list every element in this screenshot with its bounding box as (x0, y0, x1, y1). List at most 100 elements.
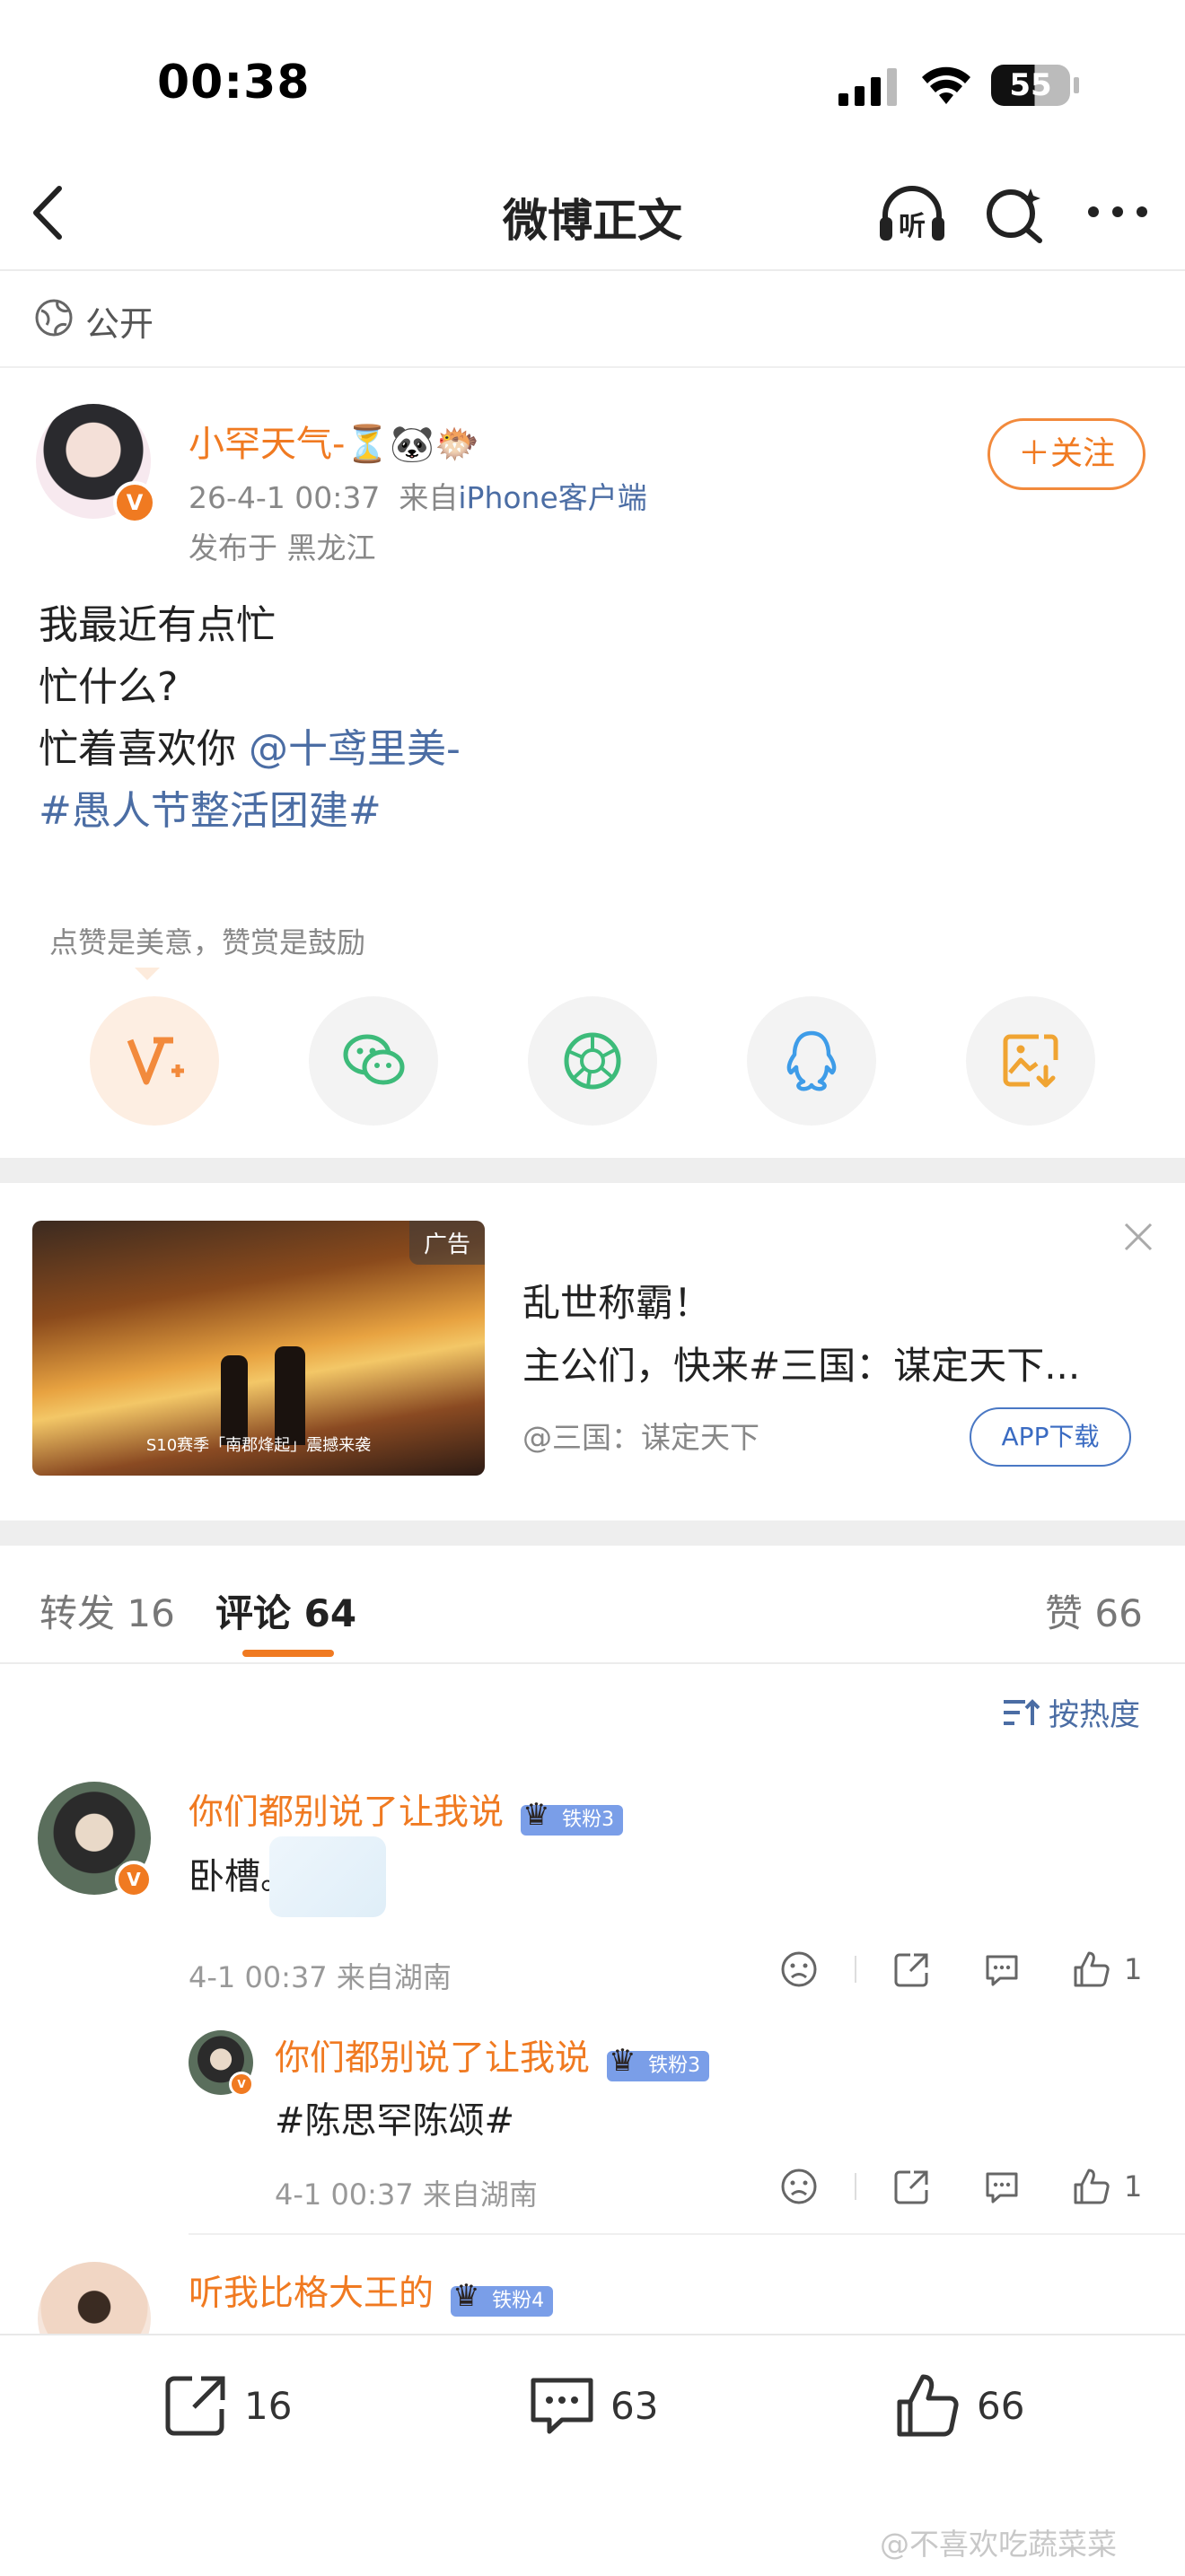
fan-badge: ♛ 铁粉4 (451, 2281, 554, 2317)
post-location: 发布于 黑龙江 (189, 530, 376, 565)
reply-icon[interactable] (982, 2167, 1022, 2206)
comment-sticker-image[interactable] (269, 1836, 386, 1917)
globe-icon (35, 299, 73, 337)
fan-badge-label: 铁粉3 (648, 2054, 701, 2077)
ad-figure (221, 1355, 248, 1445)
visibility-label: 公开 (85, 304, 154, 344)
post-body: 我最近有点忙 忙什么? 忙着喜欢你 @十鸢里美- #愚人节整活团建# (39, 594, 461, 842)
search-icon[interactable] (984, 183, 1047, 246)
battery-icon: 55 (991, 65, 1070, 106)
fan-badge: ♛ 铁粉3 (521, 1800, 624, 1836)
ad-tag: 广告 (408, 1221, 485, 1265)
tip-arrow (135, 968, 160, 980)
post-source[interactable]: iPhone客户端 (458, 480, 646, 515)
section-divider (0, 1158, 1185, 1183)
ad-figure (275, 1346, 305, 1445)
dislike-icon[interactable] (779, 1950, 819, 1989)
like-icon (897, 2374, 959, 2437)
sort-icon (1004, 1698, 1040, 1725)
post-line: 忙什么? (39, 664, 179, 710)
like-icon[interactable] (1072, 1950, 1111, 1989)
post-source-prefix: 来自 (399, 480, 459, 515)
comment-divider (189, 2233, 1185, 2235)
cellular-signal-icon (838, 68, 897, 106)
action-divider (855, 1956, 856, 1983)
comment-author[interactable]: 听我比格大王的 (189, 2274, 434, 2314)
tab-like[interactable]: 赞 66 (1045, 1583, 1143, 1638)
ad-caption: S10赛季「南郡烽起」震撼来袭 (145, 1436, 372, 1455)
follow-button[interactable]: ＋关注 (988, 418, 1146, 490)
post-line-text: 忙着喜欢你 (39, 726, 249, 772)
topic-link[interactable]: #愚人节整活团建# (39, 780, 461, 842)
crown-icon: ♛ (609, 2042, 636, 2079)
comment-icon (531, 2378, 593, 2434)
comment-actions: 1 (779, 1950, 1142, 1989)
comment-meta: 4-1 00:37 来自湖南 (189, 1960, 452, 1994)
battery-cap (1074, 77, 1079, 93)
reply-topic-link[interactable]: #陈思罕陈颂# (275, 2091, 514, 2143)
share-wechat-button[interactable] (309, 996, 438, 1126)
sort-button[interactable]: 按热度 (1002, 1690, 1140, 1734)
more-icon[interactable] (1086, 201, 1149, 223)
bottom-like-count: 66 (977, 2383, 1025, 2428)
reward-v-icon (127, 1037, 184, 1085)
listen-icon[interactable]: 听 (876, 181, 948, 248)
interaction-tabs: 转发 16 评论 64 赞 66 (0, 1546, 1185, 1664)
mention-link[interactable]: @十鸢里美- (249, 726, 461, 772)
ad-text[interactable]: 主公们，快来#三国：谋定天下... (522, 1336, 1080, 1390)
reward-button[interactable] (90, 996, 219, 1126)
svg-text:听: 听 (899, 211, 926, 242)
status-time: 00:38 (157, 56, 311, 110)
post-meta: 26-4-1 00:37 来自iPhone客户端 (189, 474, 647, 517)
ad-title[interactable]: 乱世称霸！ (522, 1273, 711, 1327)
visibility-row: 公开 (0, 269, 1185, 368)
wifi-icon (922, 66, 970, 104)
reply-header: 你们都别说了让我说 ♛ 铁粉3 (275, 2030, 710, 2081)
save-image-icon (1003, 1034, 1058, 1088)
post-line: 忙着喜欢你 @十鸢里美- (39, 718, 461, 780)
reply-actions: 1 (779, 2167, 1142, 2206)
reward-tip: 点赞是美意，赞赏是鼓励 (49, 925, 366, 959)
bottom-comment-button[interactable]: 63 (528, 2371, 658, 2440)
author-name[interactable]: 小罕天气-⏳🐼🐡 (189, 415, 479, 467)
active-tab-indicator (242, 1650, 334, 1657)
reply-icon[interactable] (982, 1950, 1022, 1989)
repost-icon (165, 2376, 225, 2436)
repost-icon[interactable] (892, 1950, 932, 1989)
verified-badge-icon: V (113, 481, 156, 524)
like-icon[interactable] (1072, 2167, 1111, 2206)
moments-icon (564, 1032, 621, 1090)
comment-header: 你们都别说了让我说 ♛ 铁粉3 (189, 1784, 624, 1836)
like-count: 1 (1124, 2169, 1143, 2204)
bottom-comment-count: 63 (610, 2383, 659, 2428)
bottom-repost-count: 16 (244, 2383, 293, 2428)
verified-badge-icon: V (229, 2072, 254, 2097)
comment-author[interactable]: 你们都别说了让我说 (189, 1792, 504, 1833)
section-divider (0, 1520, 1185, 1546)
reply-meta: 4-1 00:37 来自湖南 (275, 2177, 538, 2212)
watermark: @不喜欢吃蔬菜菜 (880, 2527, 1117, 2562)
crown-icon: ♛ (522, 1796, 550, 1833)
dislike-icon[interactable] (779, 2167, 819, 2206)
post-line: 我最近有点忙 (39, 602, 276, 648)
share-qq-button[interactable] (747, 996, 876, 1126)
tab-repost[interactable]: 转发 16 (40, 1583, 175, 1638)
status-bar: 00:38 55 (0, 0, 1185, 162)
crown-icon: ♛ (452, 2277, 480, 2314)
ad-download-button[interactable]: APP下载 (970, 1407, 1131, 1467)
bottom-repost-button[interactable]: 16 (162, 2371, 292, 2440)
wechat-icon (343, 1034, 405, 1085)
bottom-like-button[interactable]: 66 (894, 2371, 1024, 2440)
post-time: 26-4-1 00:37 (189, 480, 381, 515)
reply-author[interactable]: 你们都别说了让我说 (275, 2038, 590, 2079)
tab-comment[interactable]: 评论 64 (215, 1583, 356, 1638)
save-image-button[interactable] (966, 996, 1095, 1126)
ad-close-icon[interactable] (1120, 1219, 1156, 1255)
fan-badge-label: 铁粉3 (562, 1808, 615, 1831)
comment-header: 听我比格大王的 ♛ 铁粉4 (189, 2265, 554, 2317)
like-count: 1 (1124, 1952, 1143, 1986)
repost-icon[interactable] (892, 2167, 932, 2206)
share-moments-button[interactable] (528, 996, 657, 1126)
ad-image[interactable]: 广告 S10赛季「南郡烽起」震撼来袭 (32, 1221, 485, 1476)
ad-account[interactable]: @三国：谋定天下 (522, 1414, 759, 1457)
